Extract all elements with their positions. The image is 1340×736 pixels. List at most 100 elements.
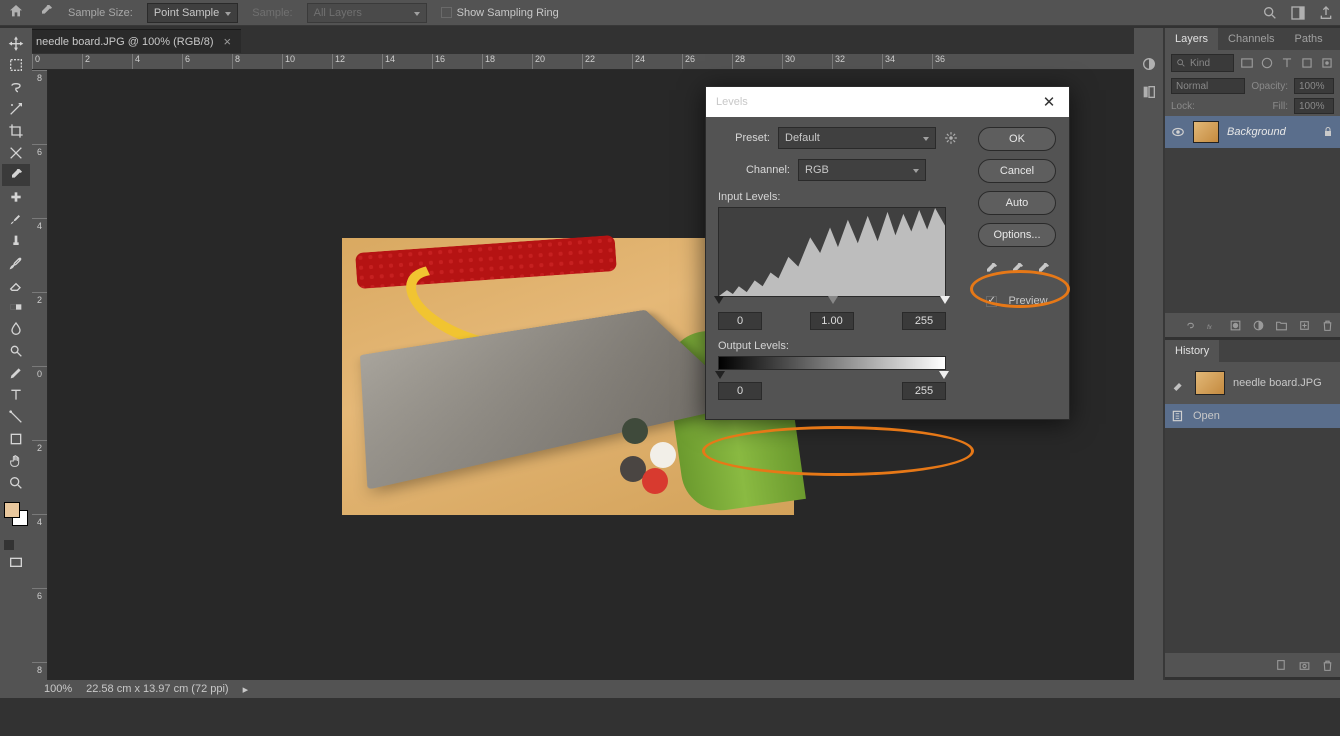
output-gradient[interactable] bbox=[718, 356, 946, 370]
sample-size-select[interactable]: Point Sample bbox=[147, 3, 238, 23]
document-title: needle board.JPG @ 100% (RGB/8) bbox=[36, 36, 213, 48]
eyedrop-tool[interactable] bbox=[2, 164, 30, 186]
brush-tool[interactable] bbox=[2, 208, 30, 230]
screen-mode-icon[interactable] bbox=[2, 552, 30, 574]
filter-smart-icon[interactable] bbox=[1320, 56, 1334, 70]
stamp-tool[interactable] bbox=[2, 230, 30, 252]
auto-button[interactable]: Auto bbox=[978, 191, 1056, 215]
layers-tab[interactable]: Layers bbox=[1165, 28, 1218, 50]
adjustment-layer-icon[interactable] bbox=[1252, 319, 1265, 332]
gray-eyedropper-icon[interactable] bbox=[1009, 261, 1025, 277]
zoom-display[interactable]: 100% bbox=[44, 683, 72, 695]
history-brush-icon bbox=[1171, 375, 1187, 391]
search-icon[interactable] bbox=[1262, 5, 1278, 21]
workspace-icon[interactable] bbox=[1290, 5, 1306, 21]
channels-tab[interactable]: Channels bbox=[1218, 28, 1284, 50]
new-snapshot-icon[interactable] bbox=[1298, 659, 1311, 672]
paths-tab[interactable]: Paths bbox=[1285, 28, 1333, 50]
fx-icon[interactable]: fx bbox=[1206, 319, 1219, 332]
channel-label: Channel: bbox=[738, 164, 790, 176]
layer-filter-search[interactable]: Kind bbox=[1171, 54, 1234, 72]
status-bar: 100% 22.58 cm x 13.97 cm (72 ppi) ▸ bbox=[0, 680, 1340, 698]
input-sliders[interactable] bbox=[718, 296, 946, 308]
move-tool[interactable] bbox=[2, 32, 30, 54]
share-icon[interactable] bbox=[1318, 5, 1334, 21]
filter-image-icon[interactable] bbox=[1240, 56, 1254, 70]
close-tab-icon[interactable]: × bbox=[223, 34, 231, 49]
home-button[interactable] bbox=[8, 3, 24, 22]
history-snapshot-name: needle board.JPG bbox=[1233, 377, 1322, 389]
magic-tool[interactable] bbox=[2, 98, 30, 120]
shape-tool[interactable] bbox=[2, 428, 30, 450]
right-panels: Layers Channels Paths Kind Normal Opacit… bbox=[1134, 28, 1340, 680]
filter-adjustment-icon[interactable] bbox=[1260, 56, 1274, 70]
ok-button[interactable]: OK bbox=[978, 127, 1056, 151]
history-step-open[interactable]: Open bbox=[1165, 404, 1340, 428]
color-swatches[interactable] bbox=[2, 500, 30, 530]
visibility-icon[interactable] bbox=[1171, 125, 1185, 139]
quick-mask-icon[interactable] bbox=[2, 530, 30, 552]
trash-icon[interactable] bbox=[1321, 319, 1334, 332]
filter-type-icon[interactable] bbox=[1280, 56, 1294, 70]
preset-label: Preset: bbox=[718, 132, 770, 144]
show-sampling-ring-checkbox[interactable]: Show Sampling Ring bbox=[441, 7, 559, 19]
histogram bbox=[718, 207, 946, 297]
sample-select: All Layers bbox=[307, 3, 427, 23]
gradient-tool[interactable] bbox=[2, 296, 30, 318]
eyedropper-tool-icon[interactable] bbox=[38, 3, 54, 22]
group-icon[interactable] bbox=[1275, 319, 1288, 332]
delete-state-icon[interactable] bbox=[1321, 659, 1334, 672]
pen-tool[interactable] bbox=[2, 362, 30, 384]
opacity-field[interactable]: 100% bbox=[1294, 78, 1334, 94]
preset-select[interactable]: Default bbox=[778, 127, 936, 149]
fill-label: Fill: bbox=[1272, 101, 1288, 112]
history-tab[interactable]: History bbox=[1165, 340, 1219, 362]
libraries-panel-icon[interactable] bbox=[1141, 84, 1157, 100]
new-document-from-state-icon[interactable] bbox=[1275, 659, 1288, 672]
tool-bar bbox=[0, 28, 32, 698]
lock-label: Lock: bbox=[1171, 101, 1195, 112]
black-eyedropper-icon[interactable] bbox=[983, 261, 999, 277]
slice-tool[interactable] bbox=[2, 142, 30, 164]
open-file-icon bbox=[1171, 409, 1185, 423]
dodge-tool[interactable] bbox=[2, 340, 30, 362]
marquee-tool[interactable] bbox=[2, 54, 30, 76]
adjustments-panel-icon[interactable] bbox=[1141, 56, 1157, 72]
zoom-tool[interactable] bbox=[2, 472, 30, 494]
doc-dimensions[interactable]: 22.58 cm x 13.97 cm (72 ppi) bbox=[86, 683, 228, 695]
cancel-button[interactable]: Cancel bbox=[978, 159, 1056, 183]
fill-field[interactable]: 100% bbox=[1294, 98, 1334, 114]
mask-icon[interactable] bbox=[1229, 319, 1242, 332]
white-eyedropper-icon[interactable] bbox=[1035, 261, 1051, 277]
eraser-tool[interactable] bbox=[2, 274, 30, 296]
layer-thumbnail bbox=[1193, 121, 1219, 143]
options-button[interactable]: Options... bbox=[978, 223, 1056, 247]
blur-tool[interactable] bbox=[2, 318, 30, 340]
new-layer-icon[interactable] bbox=[1298, 319, 1311, 332]
output-black-field[interactable]: 0 bbox=[718, 382, 762, 400]
blend-mode-select[interactable]: Normal bbox=[1171, 78, 1245, 94]
lock-icon bbox=[1322, 126, 1334, 138]
channel-select[interactable]: RGB bbox=[798, 159, 926, 181]
link-layers-icon[interactable] bbox=[1183, 319, 1196, 332]
document-tab[interactable]: needle board.JPG @ 100% (RGB/8) × bbox=[26, 29, 241, 53]
hand-tool[interactable] bbox=[2, 450, 30, 472]
crop-tool[interactable] bbox=[2, 120, 30, 142]
history-brush-tool[interactable] bbox=[2, 252, 30, 274]
output-white-field[interactable]: 255 bbox=[902, 382, 946, 400]
input-mid-field[interactable]: 1.00 bbox=[810, 312, 854, 330]
lasso-tool[interactable] bbox=[2, 76, 30, 98]
layer-row-background[interactable]: Background bbox=[1165, 116, 1340, 148]
preset-gear-icon[interactable] bbox=[944, 131, 958, 145]
filter-shape-icon[interactable] bbox=[1300, 56, 1314, 70]
input-white-field[interactable]: 255 bbox=[902, 312, 946, 330]
type-tool[interactable] bbox=[2, 384, 30, 406]
healing-tool[interactable] bbox=[2, 186, 30, 208]
dialog-close-icon[interactable]: ✕ bbox=[1039, 93, 1059, 111]
path-tool[interactable] bbox=[2, 406, 30, 428]
history-snapshot-thumbnail[interactable] bbox=[1195, 371, 1225, 395]
input-black-field[interactable]: 0 bbox=[718, 312, 762, 330]
status-chevron-icon[interactable]: ▸ bbox=[243, 683, 249, 696]
preview-checkbox[interactable]: Preview bbox=[986, 295, 1047, 307]
sample-size-label: Sample Size: bbox=[68, 7, 133, 19]
